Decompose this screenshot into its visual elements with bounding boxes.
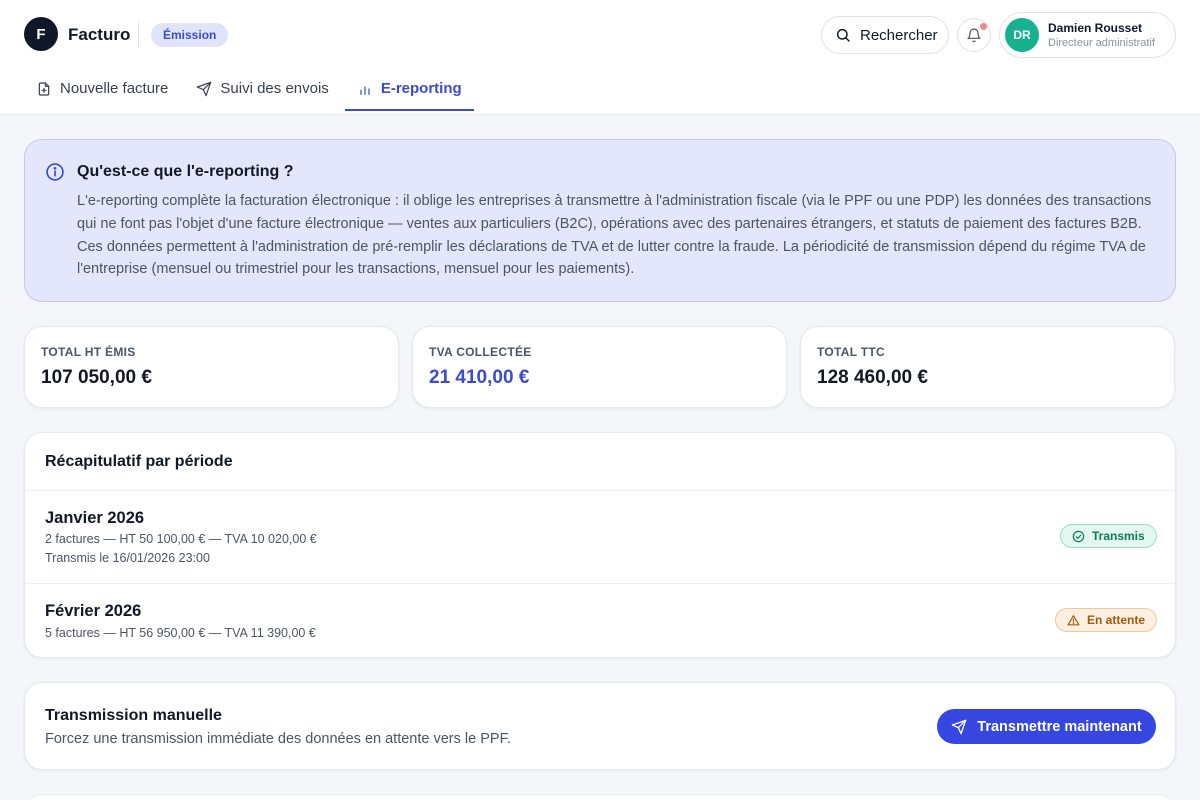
tab-suivi-des-envois[interactable]: Suivi des envois	[184, 70, 340, 111]
user-menu[interactable]: DR Damien Rousset Directeur administrati…	[999, 12, 1176, 58]
transmit-now-button[interactable]: Transmettre maintenant	[937, 709, 1156, 744]
kpi-value: 21 410,00 €	[429, 367, 530, 388]
transmission-title: Transmission manuelle	[45, 707, 222, 724]
period-summary: 2 factures — HT 50 100,00 € — TVA 10 020…	[45, 532, 317, 546]
manual-transmission-card: Transmission manuelle Forcez une transmi…	[24, 682, 1176, 770]
recap-title: Récapitulatif par période	[45, 453, 233, 470]
notification-dot	[980, 23, 987, 30]
warning-icon	[1067, 614, 1080, 625]
user-role: Directeur administratif	[1048, 37, 1155, 49]
search-button-label: Rechercher	[860, 26, 938, 44]
tab-e-reporting[interactable]: E-reporting	[344, 70, 474, 111]
app-logo[interactable]: F	[24, 17, 58, 51]
kpi-value: 128 460,00 €	[817, 367, 928, 388]
kpi-tva-collectee: TVA COLLECTÉE 21 410,00 €	[412, 326, 787, 408]
search-icon	[836, 28, 850, 42]
kpi-total-ht: TOTAL HT ÉMIS 107 050,00 €	[24, 326, 399, 408]
tab-label: Nouvelle facture	[60, 80, 169, 97]
period-transmitted-date: Transmis le 16/01/2026 23:00	[45, 551, 210, 565]
kpi-total-ttc: TOTAL TTC 128 460,00 €	[800, 326, 1175, 408]
divider	[25, 490, 1175, 491]
info-title: Qu'est-ce que l'e-reporting ?	[77, 163, 294, 180]
file-plus-icon	[38, 82, 50, 96]
mode-badge: Émission	[151, 23, 229, 47]
info-icon	[46, 163, 64, 181]
period-name: Février 2026	[45, 602, 142, 620]
period-name: Janvier 2026	[45, 509, 145, 527]
tab-label: Suivi des envois	[220, 80, 329, 97]
status-label: En attente	[1087, 613, 1146, 627]
info-body: L'e-reporting complète la facturation él…	[77, 193, 1152, 278]
transmit-now-label: Transmettre maintenant	[977, 718, 1142, 735]
status-badge: Transmis	[1060, 524, 1157, 548]
kpi-label: TVA COLLECTÉE	[429, 345, 532, 359]
divider	[25, 583, 1175, 584]
transmission-description: Forcez une transmission immédiate des do…	[45, 731, 511, 747]
recap-card: Récapitulatif par période Janvier 2026 2…	[24, 432, 1176, 658]
kpi-value: 107 050,00 €	[41, 367, 152, 388]
notifications-button[interactable]	[957, 18, 991, 52]
main-tabs: Nouvelle facture Suivi des envois E-repo…	[24, 70, 478, 115]
tab-nouvelle-facture[interactable]: Nouvelle facture	[24, 70, 180, 111]
header-divider	[138, 22, 139, 48]
tab-label: E-reporting	[380, 80, 462, 97]
period-summary: 5 factures — HT 56 950,00 € — TVA 11 390…	[45, 626, 316, 640]
send-icon	[951, 719, 967, 734]
kpi-label: TOTAL TTC	[817, 345, 886, 359]
bell-icon	[967, 28, 981, 43]
bar-chart-icon	[360, 86, 370, 95]
status-label: Transmis	[1092, 529, 1145, 543]
info-panel: Qu'est-ce que l'e-reporting ? L'e-report…	[24, 139, 1176, 302]
check-circle-icon	[1072, 530, 1085, 542]
search-button[interactable]: Rechercher	[821, 16, 949, 54]
status-badge: En attente	[1055, 608, 1158, 632]
user-name: Damien Rousset	[1048, 21, 1143, 35]
kpi-label: TOTAL HT ÉMIS	[41, 345, 136, 359]
app-header: F Facturo Émission Rechercher DR Damien …	[0, 0, 1200, 115]
next-card	[24, 794, 1176, 800]
send-icon	[197, 81, 212, 97]
app-name: Facturo	[68, 25, 131, 44]
avatar: DR	[1005, 18, 1039, 52]
